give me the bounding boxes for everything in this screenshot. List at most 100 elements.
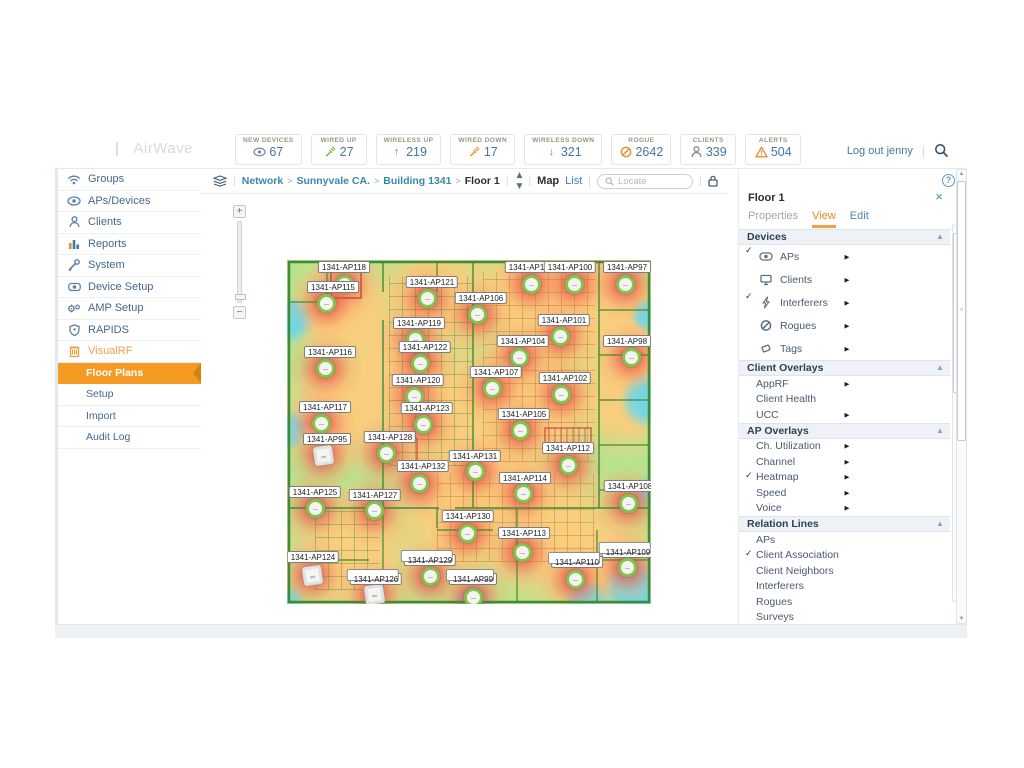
- sidebar-item-audit-log[interactable]: Audit Log: [58, 427, 201, 449]
- ap-marker[interactable]: [421, 567, 440, 586]
- ap-label[interactable]: 1341-AP127: [349, 489, 401, 501]
- stat-box[interactable]: WIRED UP 27: [311, 134, 367, 165]
- ap-label[interactable]: 1341-AP110: [551, 556, 603, 568]
- sidebar-item-aps-devices[interactable]: APs/Devices: [58, 191, 201, 213]
- logout-link[interactable]: Log out jenny: [847, 145, 913, 157]
- ap-label[interactable]: 1341-AP99: [449, 573, 497, 585]
- ap-label[interactable]: 1341-AP122: [399, 341, 451, 353]
- panel-item-heatmap[interactable]: ✓Heatmap►: [739, 470, 950, 486]
- ap-marker[interactable]: [616, 275, 635, 294]
- ap-marker[interactable]: [377, 444, 396, 463]
- ap-marker[interactable]: [513, 543, 532, 562]
- sites-icon[interactable]: [213, 175, 227, 187]
- sidebar-item-amp-setup[interactable]: AMP Setup: [58, 298, 201, 320]
- ap-marker[interactable]: [551, 327, 570, 346]
- expand-arrow-icon[interactable]: ►: [843, 442, 851, 451]
- panel-item-client-neighbors[interactable]: Client Neighbors: [739, 563, 950, 579]
- ap-label[interactable]: 1341-AP102: [539, 372, 591, 384]
- expand-arrow-icon[interactable]: ►: [843, 252, 851, 261]
- ap-marker[interactable]: [566, 570, 585, 589]
- ap-marker[interactable]: [363, 583, 384, 604]
- ap-marker[interactable]: [312, 444, 333, 465]
- page-scrollbar[interactable]: ▲▼: [956, 169, 967, 624]
- ap-marker[interactable]: [301, 564, 322, 585]
- ap-label[interactable]: 1341-AP124: [287, 551, 339, 563]
- ap-marker[interactable]: [552, 385, 571, 404]
- ap-marker[interactable]: [411, 354, 430, 373]
- close-icon[interactable]: ×: [935, 191, 943, 203]
- list-toggle[interactable]: List: [565, 175, 582, 187]
- expand-arrow-icon[interactable]: ►: [843, 457, 851, 466]
- ap-label[interactable]: 1341-AP114: [499, 472, 551, 484]
- ap-marker[interactable]: [466, 462, 485, 481]
- ap-label[interactable]: 1341-AP118: [318, 261, 370, 273]
- panel-item-rogues[interactable]: Rogues: [739, 594, 950, 610]
- panel-item-client-health[interactable]: Client Health: [739, 392, 950, 408]
- ap-label[interactable]: 1341-AP119: [393, 317, 445, 329]
- section-header-relation-lines[interactable]: Relation Lines▲: [739, 516, 950, 532]
- floorplan-map[interactable]: 1341-AP1181341-AP1031341-AP1001341-AP971…: [287, 260, 651, 604]
- panel-item-rogues[interactable]: Rogues►: [739, 314, 950, 337]
- panel-item-ch-utilization[interactable]: Ch. Utilization►: [739, 439, 950, 455]
- expand-arrow-icon[interactable]: ►: [843, 410, 851, 419]
- ap-label[interactable]: 1341-AP117: [299, 401, 351, 413]
- ap-marker[interactable]: [565, 275, 584, 294]
- ap-label[interactable]: 1341-AP126: [350, 573, 402, 585]
- panel-item-interferers[interactable]: Interferers: [739, 579, 950, 595]
- expand-arrow-icon[interactable]: ►: [843, 473, 851, 482]
- panel-item-ucc[interactable]: UCC►: [739, 407, 950, 423]
- tab-properties[interactable]: Properties: [748, 210, 798, 228]
- scroll-up-icon[interactable]: ▲: [957, 171, 966, 177]
- collapse-caret-icon[interactable]: ▲: [936, 232, 944, 241]
- stat-box[interactable]: WIRED DOWN 17: [450, 134, 515, 165]
- ap-marker[interactable]: [316, 359, 335, 378]
- ap-label[interactable]: 1341-AP115: [307, 281, 359, 293]
- stat-box[interactable]: ROGUE 2642: [611, 134, 671, 165]
- ap-marker[interactable]: [522, 275, 541, 294]
- stat-box[interactable]: WIRELESS DOWN ↓ 321: [524, 134, 602, 165]
- sidebar-item-system[interactable]: System: [58, 255, 201, 277]
- collapse-caret-icon[interactable]: ▲: [936, 426, 944, 435]
- zoom-slider-handle[interactable]: [235, 294, 246, 300]
- ap-marker[interactable]: [365, 501, 384, 520]
- panel-item-apprf[interactable]: AppRF►: [739, 376, 950, 392]
- collapse-caret-icon[interactable]: ▲: [936, 519, 944, 528]
- panel-item-interferers[interactable]: ✓Interferers►: [739, 291, 950, 314]
- ap-label[interactable]: 1341-AP131: [449, 450, 501, 462]
- ap-label[interactable]: 1341-AP129: [404, 554, 456, 566]
- search-icon[interactable]: [934, 143, 949, 158]
- expand-arrow-icon[interactable]: ►: [843, 298, 851, 307]
- panel-item-aps[interactable]: APs: [739, 532, 950, 548]
- tab-edit[interactable]: Edit: [850, 210, 869, 228]
- section-header-ap-overlays[interactable]: AP Overlays▲: [739, 423, 950, 439]
- ap-label[interactable]: 1341-AP130: [442, 510, 494, 522]
- expand-arrow-icon[interactable]: ►: [843, 488, 851, 497]
- section-header-client-overlays[interactable]: Client Overlays▲: [739, 360, 950, 376]
- ap-marker[interactable]: [618, 558, 637, 577]
- crumb-building[interactable]: Building 1341: [383, 175, 451, 187]
- ap-marker[interactable]: [559, 456, 578, 475]
- crumb-network[interactable]: Network: [242, 175, 283, 187]
- ap-label[interactable]: 1341-AP106: [455, 292, 507, 304]
- ap-label[interactable]: 1341-AP95: [303, 433, 351, 445]
- zoom-in-button[interactable]: +: [233, 205, 246, 218]
- sidebar-item-device-setup[interactable]: Device Setup: [58, 277, 201, 299]
- sidebar-item-rapids[interactable]: RAPIDS: [58, 320, 201, 342]
- ap-marker[interactable]: [414, 415, 433, 434]
- ap-label[interactable]: 1341-AP98: [603, 335, 651, 347]
- panel-item-voice[interactable]: Voice►: [739, 501, 950, 517]
- ap-label[interactable]: 1341-AP108: [604, 480, 651, 492]
- sidebar-item-groups[interactable]: Groups: [58, 169, 201, 191]
- ap-label[interactable]: 1341-AP105: [498, 408, 550, 420]
- sidebar-item-reports[interactable]: Reports: [58, 234, 201, 256]
- ap-marker[interactable]: [306, 499, 325, 518]
- sidebar-item-clients[interactable]: Clients: [58, 212, 201, 234]
- stat-box[interactable]: WIRELESS UP ↑ 219: [376, 134, 442, 165]
- ap-marker[interactable]: [483, 379, 502, 398]
- ap-label[interactable]: 1341-AP132: [397, 460, 449, 472]
- ap-label[interactable]: 1341-AP113: [498, 527, 550, 539]
- sidebar-item-import[interactable]: Import: [58, 406, 201, 428]
- lock-icon[interactable]: [708, 175, 718, 187]
- ap-marker[interactable]: [418, 289, 437, 308]
- ap-marker[interactable]: [312, 414, 331, 433]
